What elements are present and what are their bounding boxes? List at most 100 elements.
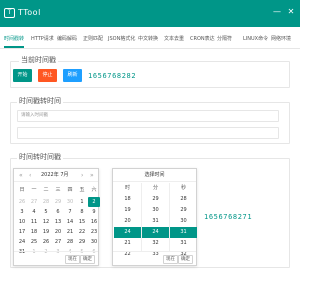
app-window: T TTool — ✕ 时间戳转 HTTP请求 编码解码 正则匹配 JSON格式… (0, 0, 300, 300)
tab-http[interactable]: HTTP请求 (31, 34, 54, 48)
calendar-day[interactable]: 6 (52, 207, 64, 217)
time-now-button[interactable]: 现在 (163, 255, 178, 264)
time-picker: 选择时间 时 18 19 20 24 21 22 分 29 30 31 24 32 33 秒 28 29 30 31… (112, 168, 197, 266)
app-logo-icon: T (4, 8, 15, 18)
calendar-day[interactable]: 19 (40, 227, 52, 237)
second-option[interactable]: 31 (170, 227, 197, 238)
calendar-day[interactable]: 12 (40, 217, 52, 227)
minute-option[interactable]: 29 (142, 194, 169, 205)
current-timestamp-value: 1656768282 (88, 72, 137, 80)
calendar-day[interactable]: 23 (88, 227, 100, 237)
prev-year-icon[interactable]: « (19, 169, 23, 182)
calendar-day[interactable]: 16 (88, 217, 100, 227)
calendar-day[interactable]: 3 (16, 207, 28, 217)
calendar-day[interactable]: 5 (40, 207, 52, 217)
time-to-ts-title: 时间转时间戳 (17, 153, 63, 162)
minute-option[interactable]: 31 (142, 216, 169, 227)
minute-option[interactable]: 24 (142, 227, 169, 238)
calendar-day[interactable]: 9 (88, 207, 100, 217)
minute-option[interactable]: 32 (142, 238, 169, 249)
calendar-day[interactable]: 28 (40, 197, 52, 207)
calendar-day[interactable]: 26 (40, 237, 52, 247)
calendar-day[interactable]: 25 (28, 237, 40, 247)
tab-network[interactable]: 网络环境 (271, 34, 291, 48)
weekday-label: 三 (55, 187, 61, 193)
second-column-label: 秒 (180, 185, 186, 191)
hour-option[interactable]: 24 (114, 227, 141, 238)
tab-cron[interactable]: CRON表达 (190, 34, 215, 48)
calendar-day[interactable]: 11 (28, 217, 40, 227)
calendar-day[interactable]: 17 (16, 227, 28, 237)
hour-column-label: 时 (124, 185, 130, 191)
calendar-day[interactable]: 1 (76, 197, 88, 207)
current-timestamp-title: 当前时间戳 (19, 56, 58, 65)
converted-time-output[interactable] (17, 127, 279, 139)
weekday-label: 二 (43, 187, 49, 193)
calendar-day[interactable]: 20 (52, 227, 64, 237)
tab-dedupe[interactable]: 文本去重 (164, 34, 184, 48)
time-confirm-button[interactable]: 确定 (178, 255, 193, 264)
close-icon[interactable]: ✕ (286, 7, 296, 17)
tab-encode[interactable]: 编码解码 (57, 34, 77, 48)
second-option[interactable]: 30 (170, 216, 197, 227)
calendar-day[interactable]: 22 (76, 227, 88, 237)
tab-regex[interactable]: 正则匹配 (83, 34, 103, 48)
calendar-day[interactable]: 27 (28, 197, 40, 207)
date-picker: « ‹ 2022年 7月 › » 日一二三四五六 26 27 28 29 30 1 2 3 4 5 6… (13, 168, 100, 266)
calendar-day[interactable]: 28 (64, 237, 76, 247)
calendar-day[interactable]: 10 (16, 217, 28, 227)
ts-to-time-title: 时间戳转时间 (17, 97, 63, 106)
tab-linux[interactable]: LINUX命令 (243, 34, 268, 48)
calendar-day[interactable]: 14 (64, 217, 76, 227)
calendar-day[interactable]: 21 (64, 227, 76, 237)
app-title: TTool (18, 8, 41, 17)
tool-tabs: 时间戳转 HTTP请求 编码解码 正则匹配 JSON格式化 中文转换 文本去重 … (0, 34, 300, 48)
timestamp-input[interactable]: 请输入时间戳 (17, 110, 279, 122)
calendar-day[interactable]: 4 (28, 207, 40, 217)
tab-timestamp[interactable]: 时间戳转 (4, 34, 25, 48)
tabs-divider (0, 48, 300, 49)
date-picker-footer: 现在 确定 (14, 251, 98, 265)
minute-option[interactable]: 30 (142, 205, 169, 216)
stop-button[interactable]: 停止 (38, 69, 57, 82)
calendar-day[interactable]: 15 (76, 217, 88, 227)
weekday-label: 六 (91, 187, 97, 193)
start-button[interactable]: 开始 (13, 69, 32, 82)
date-picker-header: « ‹ 2022年 7月 › » (14, 169, 98, 182)
second-option[interactable]: 31 (170, 238, 197, 249)
weekday-label: 日 (19, 187, 25, 193)
calendar-day[interactable]: 29 (52, 197, 64, 207)
next-month-icon[interactable]: › (81, 169, 83, 182)
hour-option[interactable]: 20 (114, 216, 141, 227)
calendar-day[interactable]: 30 (88, 237, 100, 247)
calendar-day[interactable]: 30 (64, 197, 76, 207)
time-picker-header: 选择时间 (113, 169, 196, 182)
calendar-day[interactable]: 13 (52, 217, 64, 227)
second-option[interactable]: 29 (170, 205, 197, 216)
minimize-icon[interactable]: — (272, 7, 282, 17)
next-year-icon[interactable]: » (90, 169, 94, 182)
tab-delimiter[interactable]: 分隔符 (217, 34, 232, 48)
prev-month-icon[interactable]: ‹ (29, 169, 31, 182)
time-picker-footer: 现在 确定 (113, 251, 196, 265)
hour-option[interactable]: 19 (114, 205, 141, 216)
calendar-day[interactable]: 2 (88, 197, 100, 207)
calendar-day[interactable]: 8 (76, 207, 88, 217)
tab-json[interactable]: JSON格式化 (108, 34, 135, 48)
calendar-day[interactable]: 18 (28, 227, 40, 237)
calendar-day[interactable]: 7 (64, 207, 76, 217)
converted-timestamp-value: 1656768271 (204, 213, 253, 221)
second-option[interactable]: 28 (170, 194, 197, 205)
tab-chinese[interactable]: 中文转换 (138, 34, 158, 48)
refresh-button[interactable]: 刷新 (63, 69, 82, 82)
hour-option[interactable]: 18 (114, 194, 141, 205)
date-confirm-button[interactable]: 确定 (80, 255, 95, 264)
calendar-day[interactable]: 29 (76, 237, 88, 247)
hour-option[interactable]: 21 (114, 238, 141, 249)
date-now-button[interactable]: 现在 (65, 255, 80, 264)
calendar-day[interactable]: 26 (16, 197, 28, 207)
minute-column-label: 分 (152, 185, 158, 191)
month-year-label[interactable]: 2022年 7月 (41, 169, 69, 182)
calendar-day[interactable]: 27 (52, 237, 64, 247)
calendar-day[interactable]: 24 (16, 237, 28, 247)
